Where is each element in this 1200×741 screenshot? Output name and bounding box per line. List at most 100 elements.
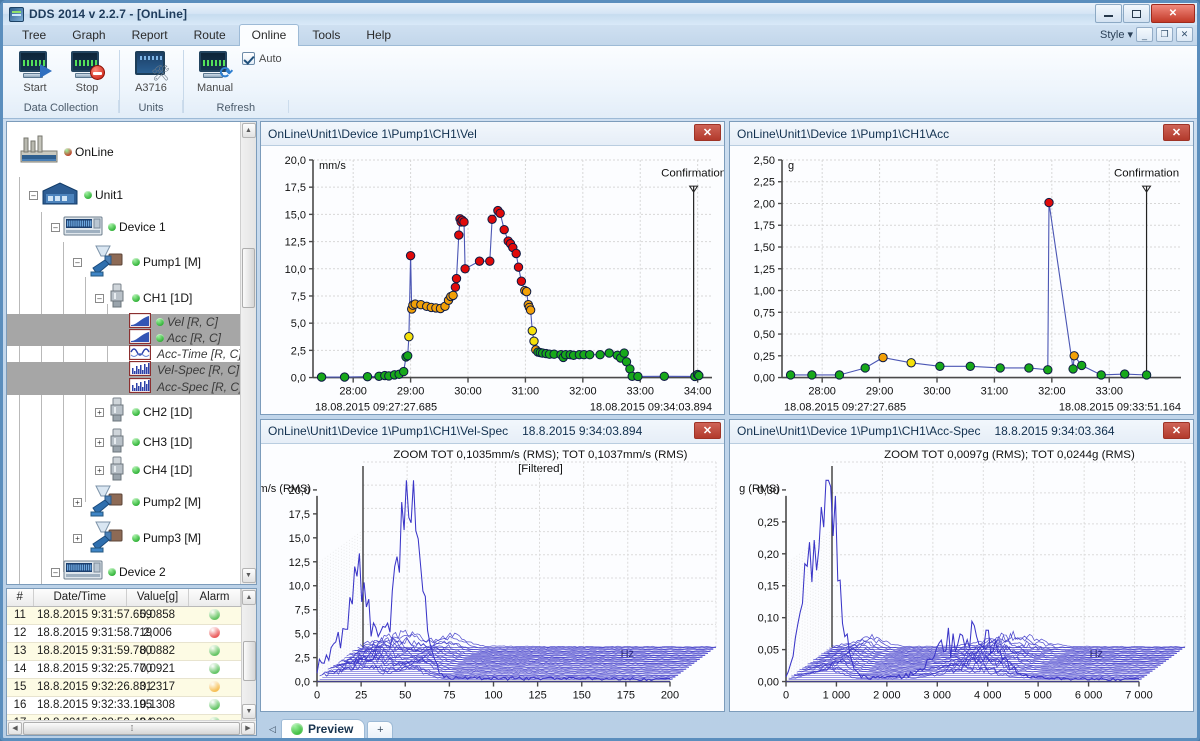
tree-expander-icon[interactable]: + <box>73 498 82 507</box>
table-scroll-right-icon[interactable]: ▶ <box>241 722 255 735</box>
chart-panel-vel-plot[interactable]: 0,02,55,07,510,012,515,017,520,0mm/s28:0… <box>261 146 724 414</box>
tree-item-acc-r-c[interactable]: Acc [R, C] <box>7 330 240 346</box>
minimize-button[interactable] <box>1095 4 1122 23</box>
menu-item-tools[interactable]: Tools <box>299 24 353 46</box>
chevron-down-icon[interactable]: ▾ <box>1127 28 1133 41</box>
device-tools-icon: 🛠 <box>134 49 168 81</box>
menu-item-graph[interactable]: Graph <box>59 24 118 46</box>
svg-text:33:00: 33:00 <box>1095 386 1122 398</box>
tree-expander-icon[interactable]: + <box>95 466 104 475</box>
table-row[interactable]: 11 18.8.2015 9:31:57.659 0,0858 <box>7 606 241 624</box>
tree-expander-icon[interactable]: – <box>29 191 38 200</box>
add-tab-button[interactable]: + <box>367 721 393 738</box>
svg-text:31:00: 31:00 <box>981 386 1008 398</box>
tree-expander-icon[interactable]: – <box>73 258 82 267</box>
tree-scroll-down-icon[interactable]: ▼ <box>242 568 256 583</box>
alarm-dot-icon <box>209 627 220 638</box>
svg-text:17,5: 17,5 <box>289 508 310 520</box>
menu-item-help[interactable]: Help <box>353 24 404 46</box>
table-horizontal-scrollbar[interactable]: ◀ ⁞⁞ ▶ <box>7 720 256 735</box>
tree-status-dot-icon <box>132 438 140 446</box>
menu-item-route[interactable]: Route <box>181 24 239 46</box>
ribbon-toolbar: Start Stop Data Collection 🛠 A3716 <box>3 46 1197 119</box>
tree-expander-icon[interactable]: – <box>51 223 60 232</box>
table-row[interactable]: 16 18.8.2015 9:32:33.195 0,1308 <box>7 696 241 714</box>
tree-item-device-1[interactable]: –Device 1 <box>7 211 240 243</box>
tree-vertical-scrollbar[interactable]: ▲ ▼ <box>240 122 256 584</box>
stop-button[interactable]: Stop <box>62 49 112 94</box>
tree-expander-icon[interactable]: + <box>95 438 104 447</box>
svg-text:32:00: 32:00 <box>569 386 596 398</box>
table-row[interactable]: 13 18.8.2015 9:31:59.780 0,0882 <box>7 642 241 660</box>
tree-expander-icon[interactable]: + <box>73 534 82 543</box>
tree-status-dot-icon <box>156 334 164 342</box>
table-row[interactable]: 14 18.8.2015 9:32:25.770 0,0921 <box>7 660 241 678</box>
table-header-alarm[interactable]: Alarm <box>189 589 241 606</box>
table-vertical-scrollbar[interactable]: ▲ ▼ <box>241 589 256 720</box>
mdi-close-button[interactable]: ✕ <box>1176 27 1193 42</box>
tree-expander-icon[interactable]: – <box>95 294 104 303</box>
close-button[interactable]: ✕ <box>1151 4 1195 23</box>
menu-item-online[interactable]: Online <box>239 24 300 46</box>
tree-item-acc-spec-r-c[interactable]: Acc-Spec [R, C] <box>7 378 240 395</box>
tree-status-dot-icon <box>132 534 140 542</box>
ribbon-group-title-data-collection: Data Collection <box>3 101 119 118</box>
cell-datetime: 18.8.2015 9:31:59.780 <box>33 642 127 660</box>
start-button[interactable]: Start <box>10 49 60 94</box>
chart-panel-acc-close-icon[interactable]: ✕ <box>1163 124 1190 141</box>
svg-text:1,00: 1,00 <box>754 286 775 298</box>
chart-panel-accspec-plot[interactable]: ZOOM TOT 0,0097g (RMS); TOT 0,0244g (RMS… <box>730 444 1193 712</box>
tree-item-ch4-1d[interactable]: +CH4 [1D] <box>7 456 240 484</box>
table-scroll-left-icon[interactable]: ◀ <box>8 722 22 735</box>
tree-item-acc-time-r-c[interactable]: Acc-Time [R, C] <box>7 346 240 362</box>
tree-item-label: CH3 [1D] <box>143 435 192 449</box>
tree-item-ch3-1d[interactable]: + CH3 [1D] <box>7 428 240 456</box>
table-row[interactable]: 12 18.8.2015 9:31:58.719 2,006 <box>7 624 241 642</box>
table-header-[interactable]: # <box>7 589 33 606</box>
table-scroll-thumb[interactable] <box>243 641 256 681</box>
chart-panel-accspec-close-icon[interactable]: ✕ <box>1163 422 1190 439</box>
chart-panel-acc-plot[interactable]: 0,000,250,500,751,001,251,501,752,002,25… <box>730 146 1193 414</box>
charts-grid: OnLine\Unit1\Device 1\Pump1\CH1\Vel ✕ 0,… <box>260 121 1194 712</box>
svg-text:0,05: 0,05 <box>758 644 779 656</box>
tree-expander-icon[interactable]: – <box>51 568 60 577</box>
tree-item-online[interactable]: OnLine <box>7 124 240 179</box>
tree-item-ch2-1d[interactable]: +CH2 [1D] <box>7 395 240 428</box>
table-header-date-time[interactable]: Date/Time <box>33 589 127 606</box>
asset-tree[interactable]: OnLine–Unit1–Device 1–Pump1 [M]–CH1 [1D]… <box>7 122 240 584</box>
table-hscroll-thumb[interactable]: ⁞⁞ <box>23 722 240 735</box>
tree-item-vel-r-c[interactable]: Vel [R, C] <box>7 314 240 330</box>
tree-item-pump3-m[interactable]: +Pump3 [M] <box>7 520 240 556</box>
tree-item-ch1-1d[interactable]: –CH1 [1D] <box>7 281 240 314</box>
tree-scroll-up-icon[interactable]: ▲ <box>242 123 256 138</box>
table-scroll-down-icon[interactable]: ▼ <box>242 704 256 719</box>
tree-item-pump2-m[interactable]: +Pump2 [M] <box>7 484 240 520</box>
chart-panel-vel-close-icon[interactable]: ✕ <box>694 124 721 141</box>
maximize-button[interactable] <box>1123 4 1150 23</box>
auto-refresh-checkbox[interactable]: Auto <box>242 49 282 65</box>
mdi-minimize-button[interactable]: _ <box>1136 27 1153 42</box>
table-header-value-g[interactable]: Value[g] <box>127 589 189 606</box>
ribbon-group-title-units: Units <box>119 101 183 118</box>
tree-expander-icon[interactable]: + <box>95 408 104 417</box>
tree-scroll-thumb[interactable] <box>242 248 255 308</box>
tree-item-unit1[interactable]: –Unit1 <box>7 179 240 211</box>
tab-scroll-left-icon[interactable]: ◁ <box>266 720 279 738</box>
tree-item-vel-spec-r-c[interactable]: Vel-Spec [R, C] <box>7 362 240 378</box>
menu-item-tree[interactable]: Tree <box>9 24 59 46</box>
tree-status-dot-icon <box>132 294 140 302</box>
chart-panel-velspec-plot[interactable]: ZOOM TOT 0,1035mm/s (RMS); TOT 0,1037mm/… <box>261 444 724 712</box>
pump-icon <box>85 520 127 557</box>
measurement-table[interactable]: #Date/TimeValue[g]Alarm 11 18.8.2015 9:3… <box>7 589 241 720</box>
menu-item-report[interactable]: Report <box>119 24 181 46</box>
table-row[interactable]: 15 18.8.2015 9:32:26.831 0,2317 <box>7 678 241 696</box>
svg-text:175: 175 <box>617 689 635 701</box>
a3716-button[interactable]: 🛠 A3716 <box>126 49 176 94</box>
mdi-restore-button[interactable]: ❐ <box>1156 27 1173 42</box>
chart-panel-velspec-close-icon[interactable]: ✕ <box>694 422 721 439</box>
manual-refresh-button[interactable]: Manual <box>190 49 240 94</box>
table-scroll-up-icon[interactable]: ▲ <box>242 590 256 605</box>
tree-item-pump1-m[interactable]: –Pump1 [M] <box>7 243 240 281</box>
tree-item-device-2[interactable]: –Device 2 <box>7 556 240 584</box>
tab-preview[interactable]: Preview <box>281 719 365 738</box>
